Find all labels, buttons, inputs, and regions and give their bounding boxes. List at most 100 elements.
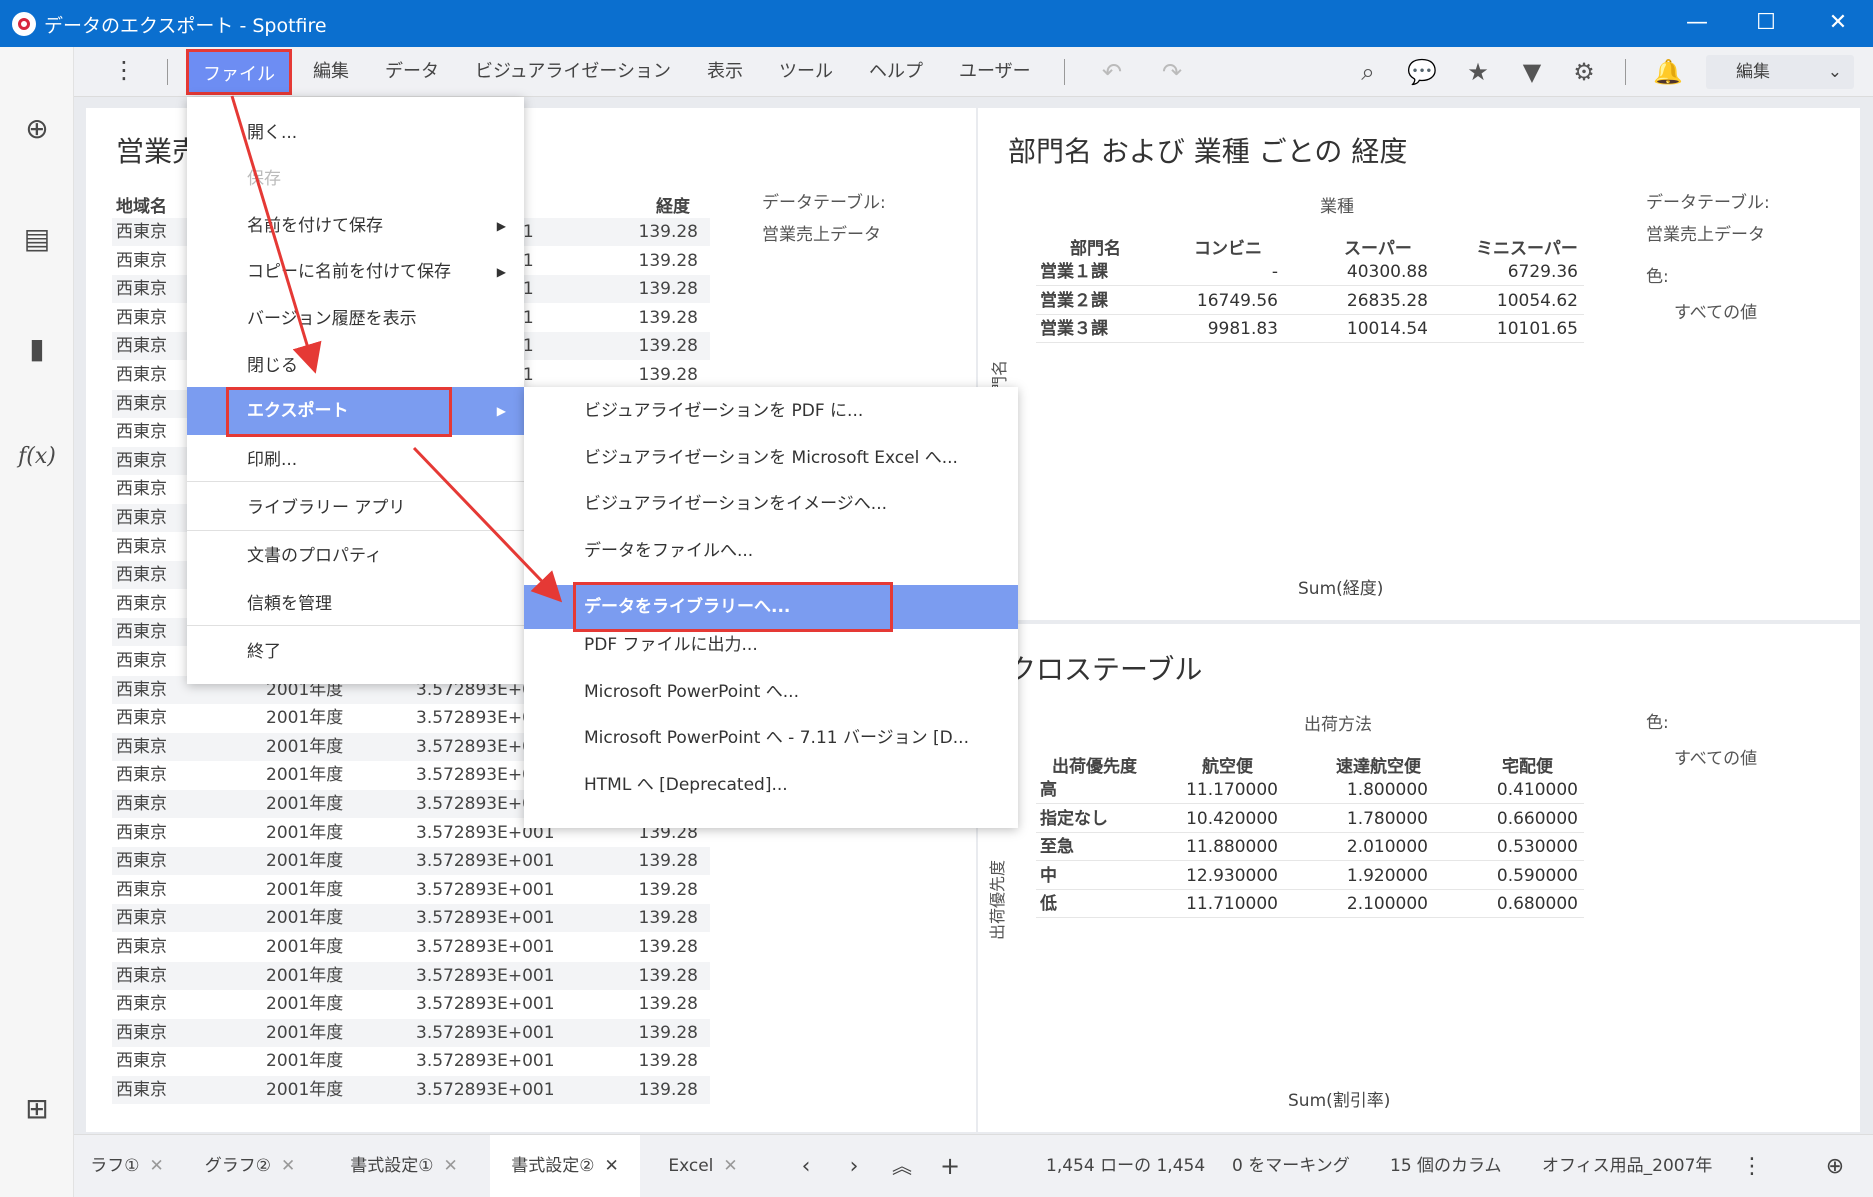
bookmark-icon[interactable]: ★ (1460, 55, 1496, 89)
crosstable-row[interactable]: 営業１課 - 40300.88 6729.36 (1036, 258, 1584, 286)
crosstable-row[interactable]: 中 12.930000 1.920000 0.590000 (1036, 862, 1584, 890)
file-open[interactable]: 開く... (187, 110, 524, 156)
file-library-app[interactable]: ライブラリー アプリ (187, 485, 524, 531)
table-row[interactable]: 西東京 2001年度 3.572893E+001 139.28 (112, 1018, 710, 1047)
search-icon[interactable]: ⌕ (1350, 55, 1386, 89)
close-tab-icon[interactable]: ✕ (444, 1156, 458, 1176)
close-tab-icon[interactable]: ✕ (281, 1156, 295, 1176)
crosstable-row[interactable]: 指定なし 10.420000 1.780000 0.660000 (1036, 805, 1584, 833)
undo-icon[interactable]: ↶ (1094, 55, 1130, 89)
crosstable-row[interactable]: 至急 11.880000 2.010000 0.530000 (1036, 833, 1584, 862)
value-cell: 11.170000 (1186, 780, 1278, 800)
filter-icon[interactable]: ▼ (1514, 55, 1550, 89)
table-row[interactable]: 西東京 2001年度 3.572893E+001 139.28 (112, 1047, 710, 1075)
close-tab-icon[interactable]: ✕ (723, 1156, 737, 1176)
value-cell: 11.880000 (1186, 837, 1278, 858)
cell-lon: 139.28 (638, 1080, 698, 1100)
status-rows: 1,454 ローの 1,454 (1046, 1156, 1206, 1176)
cross1-meta-value: 営業売上データ (1646, 225, 1765, 245)
menu-data[interactable]: データ (385, 57, 439, 87)
export-powerpoint[interactable]: Microsoft PowerPoint へ... (524, 669, 1018, 715)
add-page-icon[interactable]: + (930, 1135, 970, 1197)
table-row[interactable]: 西東京 2001年度 3.572893E+001 139.28 (112, 933, 710, 961)
close-tab-icon[interactable]: ✕ (150, 1156, 164, 1176)
menu-user[interactable]: ユーザー (959, 57, 1031, 87)
globe-icon[interactable]: ⊕ (1820, 1135, 1850, 1197)
function-icon[interactable]: f(x) (12, 437, 62, 477)
value-cell: 12.930000 (1186, 865, 1278, 886)
crosstable-row[interactable]: 営業２課 16749.56 26835.28 10054.62 (1036, 287, 1584, 315)
file-save[interactable]: 保存 (187, 156, 524, 202)
menu-help[interactable]: ヘルプ (869, 57, 923, 87)
close-button[interactable]: ✕ (1810, 6, 1866, 40)
tab-overview-icon[interactable]: ︽ (882, 1135, 922, 1197)
data-canvas-icon[interactable]: ⊞ (12, 1089, 62, 1129)
row-label: 営業２課 (1040, 290, 1108, 311)
menu-file[interactable]: ファイル (186, 49, 292, 95)
menu-visualization[interactable]: ビジュアライゼーション (475, 57, 671, 87)
table-row[interactable]: 西東京 2001年度 3.572893E+001 139.28 (112, 1076, 710, 1104)
tab-graph2[interactable]: グラフ② ✕ (190, 1135, 310, 1197)
table-row[interactable]: 西東京 2001年度 3.572893E+001 139.28 (112, 876, 710, 904)
file-close[interactable]: 閉じる (187, 343, 524, 389)
tab-format1[interactable]: 書式設定① ✕ (334, 1135, 474, 1197)
cross2-body[interactable]: 高 11.170000 1.800000 0.410000 指定なし 10.420000 1… (1036, 776, 1584, 926)
settings-gear-icon[interactable]: ⚙ (1566, 55, 1602, 89)
more-vertical-icon[interactable]: ⋮ (1740, 1135, 1764, 1197)
tab-excel[interactable]: Excel ✕ (658, 1135, 748, 1197)
add-icon[interactable]: ⊕ (12, 109, 62, 149)
cell-region: 西東京 (116, 994, 167, 1015)
export-viz-pdf[interactable]: ビジュアライゼーションを PDF に... (524, 388, 1018, 434)
cross1-body[interactable]: 営業１課 - 40300.88 6729.36 営業２課 16749.56 26835.28… (1036, 258, 1584, 348)
minimize-button[interactable]: — (1669, 6, 1725, 40)
tab-format2[interactable]: 書式設定② ✕ (490, 1135, 640, 1197)
divider (1064, 59, 1065, 85)
cross2-title: クロステーブル (1008, 653, 1203, 686)
close-tab-icon[interactable]: ✕ (605, 1156, 619, 1176)
notification-bell-icon[interactable]: 🔔 (1650, 55, 1686, 89)
redo-icon[interactable]: ↷ (1154, 55, 1190, 89)
file-version-history[interactable]: バージョン履歴を表示 (187, 296, 524, 342)
export-powerpoint-711[interactable]: Microsoft PowerPoint へ - 7.11 バージョン [D..… (524, 715, 1018, 761)
cell-lat: 3.572893E+001 (416, 994, 555, 1015)
file-exit[interactable]: 終了 (187, 629, 524, 675)
tab-next-icon[interactable]: › (834, 1135, 874, 1197)
cell-region: 西東京 (116, 1080, 167, 1100)
chart-icon[interactable]: ▮ (12, 329, 62, 369)
file-manage-trust[interactable]: 信頼を管理 (187, 581, 524, 627)
menu-edit[interactable]: 編集 (313, 57, 349, 87)
tab-graph1[interactable]: ラフ① ✕ (82, 1135, 172, 1197)
menu-label: コピーに名前を付けて保存 (247, 262, 451, 282)
crosstable-row[interactable]: 低 11.710000 2.100000 0.680000 (1036, 890, 1584, 919)
file-save-as[interactable]: 名前を付けて保存 ▶ (187, 203, 524, 249)
cell-region: 西東京 (116, 765, 167, 786)
table-row[interactable]: 西東京 2001年度 3.572893E+001 139.28 (112, 990, 710, 1018)
table-row[interactable]: 西東京 2001年度 3.572893E+001 139.28 (112, 847, 710, 876)
cell-lon: 139.28 (638, 879, 698, 900)
cell-region: 西東京 (116, 937, 167, 957)
file-print[interactable]: 印刷... (187, 437, 524, 483)
tab-prev-icon[interactable]: ‹ (786, 1135, 826, 1197)
mode-select[interactable]: 編集 ⌄ (1706, 55, 1854, 89)
value-cell: 2.100000 (1346, 894, 1428, 915)
data-panel-icon[interactable]: ▤ (12, 219, 62, 259)
status-marking[interactable]: 0 をマーキング (1232, 1135, 1350, 1197)
export-html[interactable]: HTML へ [Deprecated]... (524, 762, 1018, 808)
file-save-copy[interactable]: コピーに名前を付けて保存 ▶ (187, 249, 524, 295)
menu-view[interactable]: 表示 (707, 57, 743, 87)
crosstable-row[interactable]: 営業３課 9981.83 10014.54 10101.65 (1036, 315, 1584, 344)
more-vertical-icon[interactable]: ⋮ (112, 55, 136, 85)
table-row[interactable]: 西東京 2001年度 3.572893E+001 139.28 (112, 961, 710, 990)
file-doc-properties[interactable]: 文書のプロパティ (187, 533, 524, 579)
export-viz-image[interactable]: ビジュアライゼーションをイメージへ... (524, 481, 1018, 527)
annotation-box (573, 582, 893, 632)
maximize-button[interactable]: ☐ (1738, 6, 1794, 40)
status-table[interactable]: オフィス用品_2007年 (1542, 1135, 1712, 1197)
collaboration-icon[interactable]: 💬 (1404, 55, 1440, 89)
value-cell: 10101.65 (1496, 319, 1578, 340)
export-data-file[interactable]: データをファイルへ... (524, 528, 1018, 574)
table-row[interactable]: 西東京 2001年度 3.572893E+001 139.28 (112, 904, 710, 933)
crosstable-row[interactable]: 高 11.170000 1.800000 0.410000 (1036, 776, 1584, 804)
menu-tools[interactable]: ツール (779, 57, 833, 87)
export-viz-excel[interactable]: ビジュアライゼーションを Microsoft Excel へ... (524, 435, 1018, 481)
